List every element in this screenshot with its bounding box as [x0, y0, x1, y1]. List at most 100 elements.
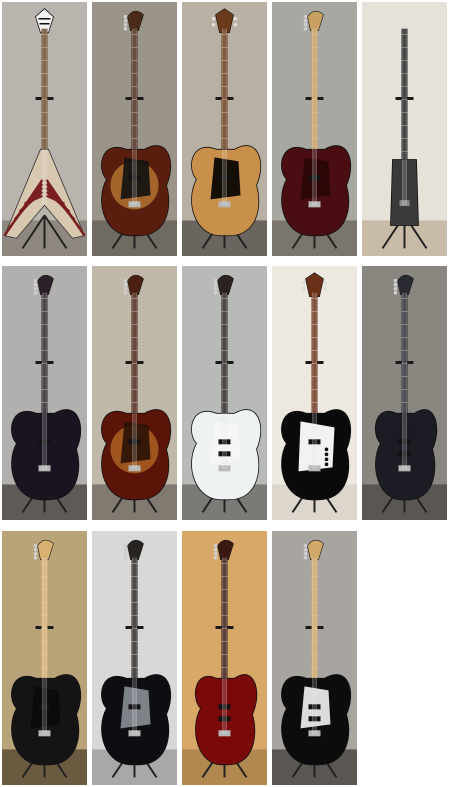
pickup [38, 439, 51, 445]
bass-photo [182, 2, 267, 256]
tuning-peg [213, 282, 218, 287]
tuning-peg [303, 22, 308, 27]
bridge [398, 465, 411, 472]
bass-photo [272, 266, 357, 520]
bridge [218, 201, 231, 208]
pickup [308, 175, 321, 181]
tuning-peg [303, 551, 308, 556]
bass-photo [92, 531, 177, 785]
bass-photo [272, 531, 357, 785]
bridge [128, 465, 141, 472]
tuning-peg [123, 282, 128, 287]
tuning-peg [33, 286, 38, 291]
tuning-peg [123, 290, 128, 295]
tuning-peg [303, 555, 308, 560]
tuning-peg [123, 18, 128, 23]
tuning-peg [211, 16, 216, 21]
gallery-photo-bass-12 [92, 531, 177, 785]
tuning-peg [213, 278, 218, 283]
gallery-photo-bass-8 [182, 266, 267, 520]
gallery-photo-bass-10 [362, 266, 447, 520]
gallery-photo-bass-1 [2, 2, 87, 256]
tuning-peg [123, 26, 128, 31]
bass-photo [272, 2, 357, 256]
bridge [399, 200, 410, 207]
control-knob [324, 447, 329, 452]
tuning-peg [323, 280, 328, 285]
pickup [218, 439, 231, 445]
pickup [128, 175, 141, 181]
pickup [128, 439, 141, 445]
tuning-peg [213, 555, 218, 560]
bridge [218, 465, 231, 472]
tuning-peg [213, 286, 218, 291]
tuning-peg [393, 290, 398, 295]
gallery-photo-bass-7 [92, 266, 177, 520]
pickup [218, 716, 231, 722]
gallery-photo-bass-14 [272, 531, 357, 785]
tuning-peg [393, 286, 398, 291]
pickup [398, 451, 411, 457]
tuning-peg [323, 286, 328, 291]
pickup [398, 439, 411, 445]
tuning-peg [123, 22, 128, 27]
tuning-peg [33, 555, 38, 560]
neck [401, 28, 408, 180]
tuning-peg [33, 290, 38, 295]
gallery-photo-bass-5 [362, 2, 447, 256]
tuning-peg [303, 14, 308, 19]
body [390, 159, 419, 226]
pickup [38, 704, 51, 710]
tuning-peg [303, 547, 308, 552]
pickup [308, 716, 321, 722]
gallery-photo-bass-3 [182, 2, 267, 256]
bass-photo [92, 266, 177, 520]
tuning-peg [211, 22, 216, 27]
gallery-photo-bass-2 [92, 2, 177, 256]
tuning-peg [33, 278, 38, 283]
tuning-peg [123, 286, 128, 291]
tuning-peg [303, 18, 308, 23]
tuning-peg [123, 551, 128, 556]
bridge [128, 201, 141, 208]
bridge [38, 465, 51, 472]
tuning-peg [213, 543, 218, 548]
tuning-peg [301, 286, 306, 291]
pickup [218, 704, 231, 710]
bridge [218, 730, 231, 737]
bridge [38, 730, 51, 737]
tuning-peg [393, 278, 398, 283]
tuning-peg [393, 282, 398, 287]
gallery-photo-bass-11 [2, 531, 87, 785]
tuning-peg [213, 290, 218, 295]
tuning-peg [123, 547, 128, 552]
control-knob [324, 457, 329, 462]
bass-photo [182, 266, 267, 520]
tuning-peg [213, 547, 218, 552]
control-knob [324, 452, 329, 457]
bass-photo [2, 2, 87, 256]
tuning-peg [123, 14, 128, 19]
tuning-peg [213, 551, 218, 556]
tuning-peg [33, 543, 38, 548]
tuning-peg [33, 282, 38, 287]
tuning-peg [301, 280, 306, 285]
gallery-photo-bass-4 [272, 2, 357, 256]
gallery-photo-bass-9 [272, 266, 357, 520]
bass-photo [362, 2, 447, 256]
bass-photo [2, 266, 87, 520]
bass-photo [92, 2, 177, 256]
control-knob [324, 462, 329, 467]
bass-photo [182, 531, 267, 785]
tuning-peg [233, 16, 238, 21]
bridge [308, 201, 321, 208]
tuning-peg [303, 543, 308, 548]
bridge [308, 730, 321, 737]
tuning-peg [123, 555, 128, 560]
gallery-photo-bass-6 [2, 266, 87, 520]
pickup [308, 439, 321, 445]
bass-photo [362, 266, 447, 520]
gallery-photo-bass-13 [182, 531, 267, 785]
bass-photo [2, 531, 87, 785]
tuning-peg [123, 543, 128, 548]
